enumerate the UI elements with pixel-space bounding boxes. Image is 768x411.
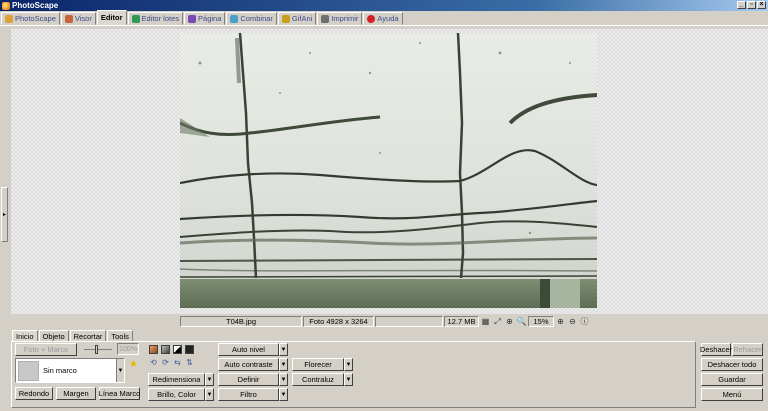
photoscape-logo-icon bbox=[2, 1, 10, 10]
undo-button[interactable]: Deshacer bbox=[700, 343, 732, 356]
printer-icon bbox=[321, 14, 330, 23]
help-icon bbox=[367, 14, 376, 23]
status-file-size: 12.7 MB bbox=[444, 316, 479, 327]
zoom-actual-icon[interactable]: ⊕ bbox=[504, 316, 515, 327]
filter-dropdown[interactable]: ▼ bbox=[279, 388, 288, 401]
chevron-down-icon: ▼ bbox=[206, 391, 213, 398]
sharpen-button[interactable]: Definir bbox=[218, 373, 279, 386]
zoom-magnifier-icon[interactable]: 🔍 bbox=[516, 316, 527, 327]
status-filename: T04B.jpg bbox=[180, 316, 302, 327]
rotate-right-icon[interactable]: ⟳ bbox=[161, 358, 170, 367]
tab-help[interactable]: Ayuda bbox=[363, 12, 403, 25]
chevron-down-icon: ▼ bbox=[280, 391, 287, 398]
tab-batch-editor[interactable]: Editor lotes bbox=[127, 12, 184, 25]
tab-gifani[interactable]: GifAni bbox=[277, 12, 317, 25]
combine-icon bbox=[230, 14, 239, 23]
favorite-star-icon[interactable]: ★ bbox=[129, 359, 138, 370]
tab-combine[interactable]: Combinar bbox=[226, 12, 277, 25]
slider-track bbox=[84, 349, 112, 350]
chevron-down-icon: ▼ bbox=[280, 346, 287, 353]
bloom-button[interactable]: Florecer bbox=[292, 358, 344, 371]
zoom-out-icon[interactable]: ⊖ bbox=[567, 316, 578, 327]
main-tab-bar: PhotoScape Visor Editor Editor lotes Pág… bbox=[0, 10, 768, 26]
frame-select[interactable]: Sin marco ▼ bbox=[15, 358, 125, 383]
status-empty bbox=[375, 316, 443, 327]
warm-tone-icon[interactable] bbox=[149, 345, 158, 354]
tab-viewer[interactable]: Visor bbox=[60, 12, 96, 25]
photoscape-icon bbox=[5, 14, 13, 23]
chevron-down-icon[interactable]: ▼ bbox=[116, 359, 124, 382]
minimize-button[interactable]: _ bbox=[737, 1, 746, 9]
chevron-right-icon: ▸ bbox=[2, 212, 6, 218]
redo-button[interactable]: Rehacer bbox=[732, 343, 763, 356]
tab-print[interactable]: Imprimir bbox=[317, 12, 363, 25]
chevron-down-icon: ▼ bbox=[280, 361, 287, 368]
tab-page[interactable]: Página bbox=[184, 12, 226, 25]
resize-dropdown[interactable]: ▼ bbox=[205, 373, 214, 386]
zoom-in-icon[interactable]: ⊕ bbox=[555, 316, 566, 327]
slider-thumb[interactable] bbox=[95, 345, 98, 354]
gifani-icon bbox=[281, 14, 290, 23]
chevron-down-icon: ▼ bbox=[345, 361, 352, 368]
frame-size-slider[interactable] bbox=[84, 345, 112, 354]
save-button[interactable]: Guardar bbox=[701, 373, 763, 386]
menu-button[interactable]: Menú bbox=[701, 388, 763, 401]
frame-thumbnail bbox=[18, 360, 39, 381]
page-icon bbox=[188, 14, 197, 23]
window-title: PhotoScape bbox=[12, 1, 59, 10]
round-button[interactable]: Redondo bbox=[15, 387, 53, 400]
brightness-color-dropdown[interactable]: ▼ bbox=[205, 388, 214, 401]
photo-image bbox=[180, 33, 597, 308]
frame-line-button[interactable]: Línea Marco bbox=[99, 387, 140, 400]
bloom-dropdown[interactable]: ▼ bbox=[344, 358, 353, 371]
contrast-icon[interactable] bbox=[173, 345, 182, 354]
auto-level-button[interactable]: Auto nivel bbox=[218, 343, 279, 356]
undo-all-button[interactable]: Deshacer todo bbox=[701, 358, 763, 371]
zoom-fit-icon[interactable]: ⤢ bbox=[492, 316, 503, 327]
chevron-down-icon: ▼ bbox=[206, 376, 213, 383]
tab-photoscape[interactable]: PhotoScape bbox=[1, 12, 60, 25]
backlight-button[interactable]: Contraluz bbox=[292, 373, 344, 386]
close-button[interactable]: × bbox=[757, 1, 766, 9]
status-bar: T04B.jpg Foto 4928 x 3264 12.7 MB ▦ ⤢ ⊕ … bbox=[180, 316, 591, 327]
checker-icon[interactable]: ▦ bbox=[480, 316, 491, 327]
status-photo-size: Foto 4928 x 3264 bbox=[303, 316, 374, 327]
flip-vertical-icon[interactable]: ⇅ bbox=[185, 358, 194, 367]
resize-button[interactable]: Redimensiona bbox=[148, 373, 205, 386]
negative-icon[interactable] bbox=[185, 345, 194, 354]
auto-level-dropdown[interactable]: ▼ bbox=[279, 343, 288, 356]
backlight-dropdown[interactable]: ▼ bbox=[344, 373, 353, 386]
window-controls: _ ▫ × bbox=[737, 1, 766, 9]
batch-editor-icon bbox=[131, 14, 140, 23]
status-zoom: 15% bbox=[528, 316, 554, 327]
margin-button[interactable]: Margen bbox=[56, 387, 96, 400]
frame-name: Sin marco bbox=[43, 366, 77, 375]
brightness-color-button[interactable]: Brillo, Color bbox=[148, 388, 205, 401]
auto-contrast-button[interactable]: Auto contraste bbox=[218, 358, 279, 371]
tab-editor[interactable]: Editor bbox=[96, 10, 127, 25]
chevron-down-icon: ▼ bbox=[280, 376, 287, 383]
photo-frame-button[interactable]: Foto + Marco bbox=[15, 343, 77, 356]
info-icon[interactable]: ⓘ bbox=[579, 316, 590, 327]
restore-button[interactable]: ▫ bbox=[747, 1, 756, 9]
sharpen-dropdown[interactable]: ▼ bbox=[279, 373, 288, 386]
rotate-left-icon[interactable]: ⟲ bbox=[149, 358, 158, 367]
edited-photo[interactable] bbox=[180, 33, 597, 308]
frame-percent-field[interactable]: 100% bbox=[117, 343, 139, 355]
panel-toggle-handle[interactable]: ▸ bbox=[1, 187, 8, 242]
filter-button[interactable]: Filtro bbox=[218, 388, 279, 401]
grayscale-icon[interactable] bbox=[161, 345, 170, 354]
flip-horizontal-icon[interactable]: ⇆ bbox=[173, 358, 182, 367]
auto-contrast-dropdown[interactable]: ▼ bbox=[279, 358, 288, 371]
viewer-icon bbox=[64, 14, 73, 23]
chevron-down-icon: ▼ bbox=[345, 376, 352, 383]
